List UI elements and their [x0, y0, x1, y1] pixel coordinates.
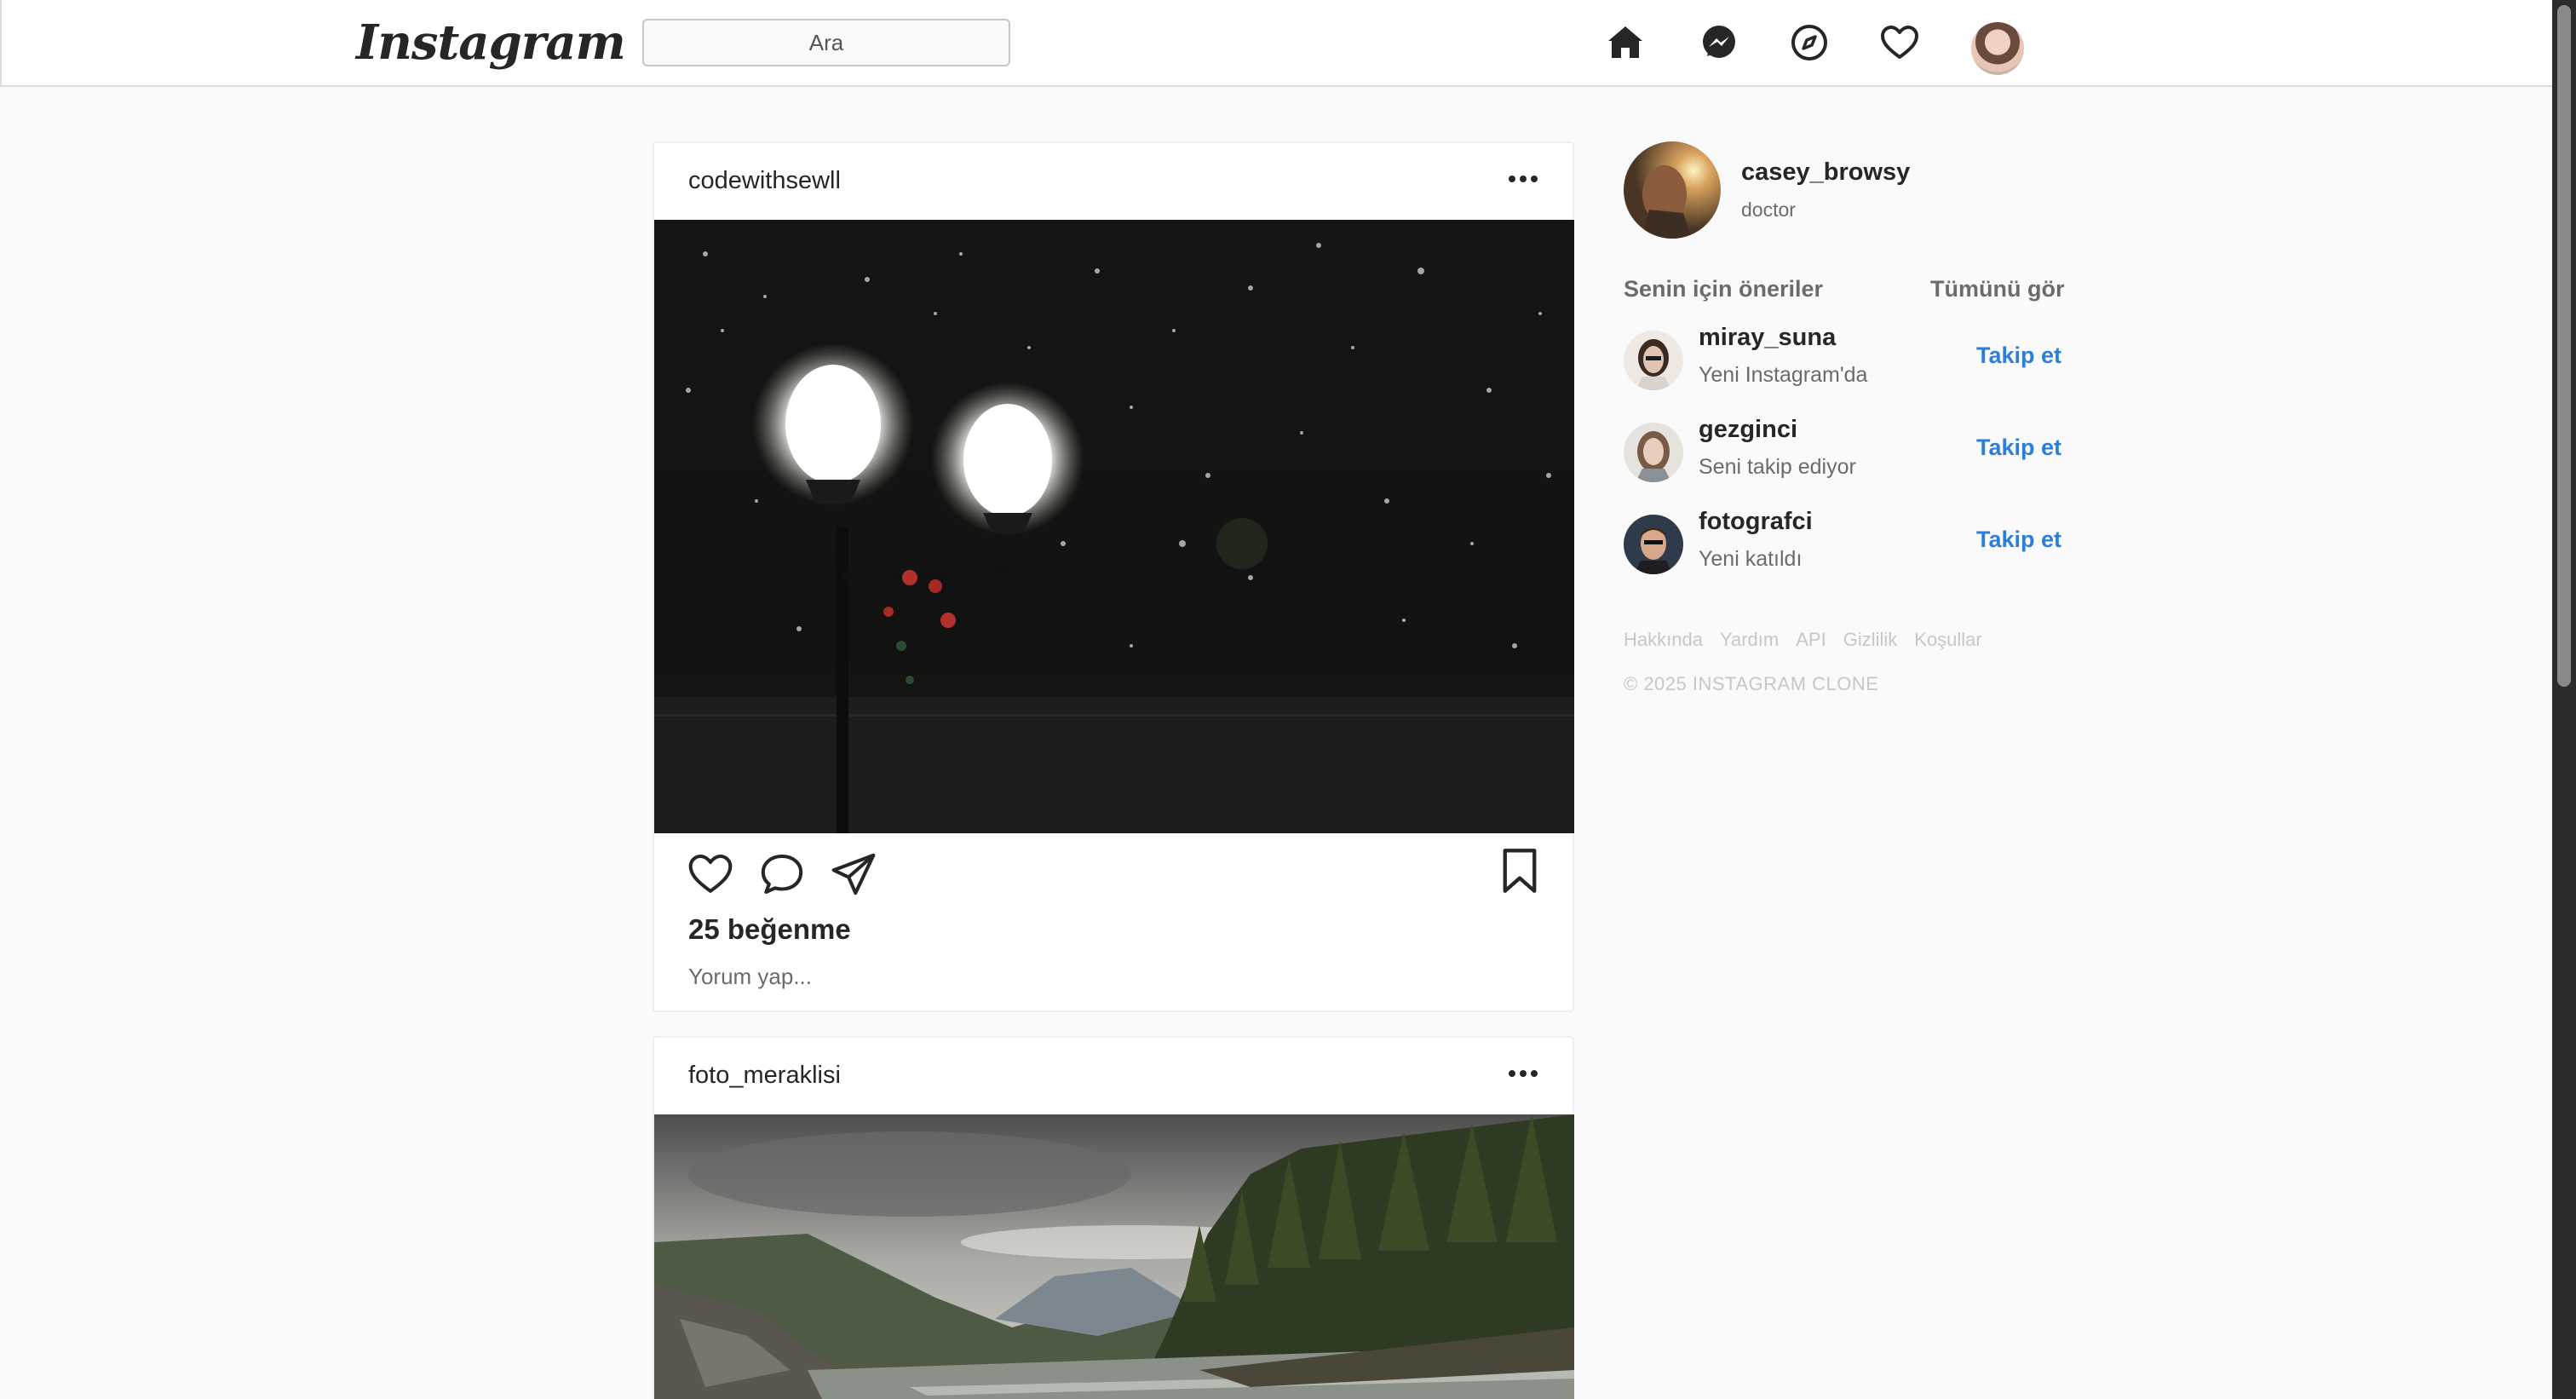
share-icon[interactable] — [830, 850, 877, 898]
more-options-icon[interactable] — [1506, 1056, 1540, 1091]
post-actions — [687, 850, 877, 901]
footer-link-terms[interactable]: Koşullar — [1914, 629, 1981, 651]
suggestions-title: Senin için öneriler — [1624, 276, 1824, 302]
current-user-subtitle: doctor — [1741, 199, 1796, 221]
post-username[interactable]: codewithsewll — [688, 167, 841, 195]
suggestion-username[interactable]: miray_suna — [1699, 324, 1836, 352]
suggestion-subtitle: Yeni katıldı — [1699, 547, 1803, 571]
current-username[interactable]: casey_browsy — [1741, 158, 1910, 187]
copyright-text: © 2025 INSTAGRAM CLONE — [1624, 673, 1879, 694]
post-image[interactable] — [654, 220, 1574, 833]
suggestion-item: fotografci Yeni katıldı Takip et — [1624, 508, 2061, 586]
home-icon[interactable] — [1603, 20, 1647, 65]
follow-button[interactable]: Takip et — [1976, 527, 2061, 553]
footer-link-about[interactable]: Hakkında — [1624, 629, 1703, 651]
suggestion-avatar[interactable] — [1624, 423, 1683, 482]
post-card: foto_meraklisi — [653, 1036, 1574, 1399]
footer-link-privacy[interactable]: Gizlilik — [1843, 629, 1898, 651]
post-header: foto_meraklisi — [654, 1038, 1573, 1114]
see-all-link[interactable]: Tümünü gör — [1930, 276, 2064, 302]
suggestion-subtitle: Seni takip ediyor — [1699, 455, 1856, 479]
messenger-icon[interactable] — [1697, 20, 1741, 65]
scrollbar-thumb[interactable] — [2557, 5, 2571, 687]
footer-links: Hakkında Yardım API Gizlilik Koşullar — [1624, 629, 1982, 651]
comment-input[interactable] — [688, 958, 1523, 995]
footer-link-help[interactable]: Yardım — [1720, 629, 1779, 651]
profile-avatar[interactable] — [1971, 22, 2024, 75]
suggestion-avatar[interactable] — [1624, 515, 1683, 574]
top-navbar: Instagram — [0, 0, 2552, 87]
current-user-avatar[interactable] — [1624, 141, 1721, 239]
instagram-logo[interactable]: Instagram — [356, 12, 626, 73]
search-input[interactable] — [642, 19, 1010, 66]
like-count: 25 beğenme — [688, 913, 851, 945]
post-image[interactable] — [654, 1114, 1574, 1399]
heart-icon[interactable] — [1877, 20, 1922, 65]
follow-button[interactable]: Takip et — [1976, 343, 2061, 369]
suggestion-username[interactable]: gezginci — [1699, 416, 1797, 444]
suggestion-item: miray_suna Yeni Instagram'da Takip et — [1624, 324, 2061, 402]
suggestion-item: gezginci Seni takip ediyor Takip et — [1624, 416, 2061, 494]
suggestion-username[interactable]: fotografci — [1699, 508, 1813, 536]
post-card: codewithsewll 25 beğenme Yorum yap... — [653, 141, 1574, 1012]
like-icon[interactable] — [687, 850, 734, 898]
bookmark-icon[interactable] — [1498, 847, 1542, 895]
suggestion-subtitle: Yeni Instagram'da — [1699, 363, 1868, 387]
more-options-icon[interactable] — [1506, 162, 1540, 196]
post-username[interactable]: foto_meraklisi — [688, 1062, 841, 1090]
footer-link-api[interactable]: API — [1796, 629, 1826, 651]
follow-button[interactable]: Takip et — [1976, 435, 2061, 461]
post-header: codewithsewll — [654, 143, 1573, 220]
explore-icon[interactable] — [1787, 20, 1831, 65]
comment-icon[interactable] — [758, 850, 806, 898]
suggestion-avatar[interactable] — [1624, 331, 1683, 390]
